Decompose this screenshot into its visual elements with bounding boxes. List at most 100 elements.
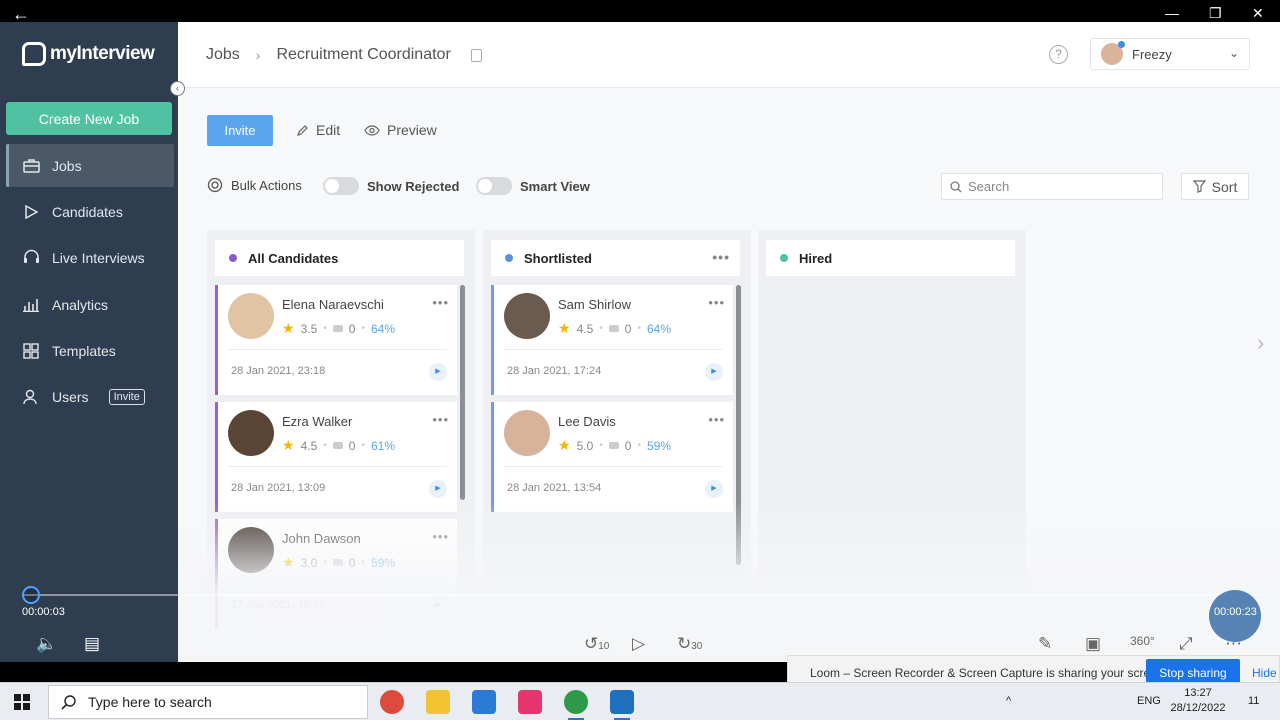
system-clock[interactable]: 13:27 28/12/2022 bbox=[1170, 686, 1226, 716]
play-video-icon[interactable]: ▶ bbox=[705, 480, 723, 498]
video-progress-bar[interactable] bbox=[22, 594, 1262, 596]
file-explorer-icon[interactable] bbox=[426, 690, 450, 714]
rating: 3.5 bbox=[300, 321, 318, 336]
smart-view-toggle[interactable]: Smart View bbox=[476, 177, 590, 195]
forward-icon[interactable]: ↻30 bbox=[677, 634, 702, 654]
candidate-card[interactable]: Ezra Walker ••• ★ 4.5 • 0 • 61% 28 Jan 2… bbox=[215, 402, 457, 512]
volume-icon[interactable]: 🔈 bbox=[36, 634, 57, 654]
scrollbar[interactable] bbox=[460, 285, 465, 500]
logo-mark-icon bbox=[22, 42, 46, 66]
logo[interactable]: myInterview bbox=[22, 42, 155, 66]
logo-text: myInterview bbox=[50, 43, 155, 64]
sidebar-item-live-interviews[interactable]: Live Interviews bbox=[6, 236, 174, 279]
candidate-card[interactable]: Lee Davis ••• ★ 5.0 • 0 • 59% 28 Jan 202… bbox=[491, 402, 733, 512]
play-video-icon[interactable]: ▶ bbox=[429, 480, 447, 498]
star-icon: ★ bbox=[282, 320, 295, 336]
comment-count: 0 bbox=[348, 438, 356, 453]
separator-dot: • bbox=[599, 440, 603, 451]
sidebar-item-jobs[interactable]: Jobs bbox=[6, 144, 174, 187]
more-options-icon[interactable]: ••• bbox=[712, 249, 730, 265]
separator-dot: • bbox=[361, 440, 365, 451]
candidate-avatar bbox=[228, 527, 274, 573]
sidebar-item-label: Templates bbox=[52, 342, 116, 359]
edit-button[interactable]: Edit bbox=[296, 122, 340, 138]
help-icon[interactable]: ? bbox=[1049, 45, 1068, 64]
windows-start-icon[interactable] bbox=[14, 694, 30, 710]
more-options-icon[interactable]: ••• bbox=[432, 529, 449, 544]
toggle-switch[interactable] bbox=[476, 177, 512, 195]
separator-dot: • bbox=[361, 557, 365, 568]
candidate-stats: ★ 5.0 • 0 • 59% bbox=[558, 437, 671, 454]
progress-knob[interactable] bbox=[22, 586, 40, 604]
collapse-sidebar-icon[interactable]: ‹ bbox=[170, 81, 185, 96]
draw-icon[interactable]: ✎ bbox=[1038, 634, 1052, 654]
bulk-actions-button[interactable]: Bulk Actions bbox=[207, 177, 302, 193]
taskbar-search-input[interactable]: Type here to search bbox=[48, 685, 368, 719]
video-player-app-icon[interactable] bbox=[610, 690, 634, 720]
rewind-seconds: 10 bbox=[598, 641, 610, 652]
candidate-card[interactable]: John Dawson ••• ★ 3.0 • 0 • 59% 27 Jan 2… bbox=[215, 519, 457, 629]
toggle-switch[interactable] bbox=[323, 177, 359, 195]
play-video-icon[interactable]: ▶ bbox=[429, 597, 447, 615]
maximize-icon[interactable]: ❐ bbox=[1209, 5, 1222, 22]
tray-chevron-icon[interactable]: ^ bbox=[1006, 695, 1011, 707]
candidate-stats: ★ 4.5 • 0 • 64% bbox=[558, 320, 671, 337]
scroll-right-chevron-icon[interactable]: › bbox=[1257, 330, 1264, 356]
chrome-app-icon[interactable] bbox=[380, 690, 404, 714]
more-options-icon[interactable]: ••• bbox=[708, 412, 725, 427]
play-video-icon[interactable]: ▶ bbox=[429, 363, 447, 381]
sidebar-item-candidates[interactable]: Candidates bbox=[6, 190, 174, 233]
notification-count[interactable]: 11 bbox=[1248, 695, 1259, 707]
invite-users-badge[interactable]: Invite bbox=[108, 388, 145, 405]
captions-icon[interactable]: ▤ bbox=[84, 634, 100, 654]
submission-date: 28 Jan 2021, 23:18 bbox=[231, 365, 326, 377]
candidate-avatar bbox=[504, 410, 550, 456]
hide-link[interactable]: Hide bbox=[1252, 666, 1277, 680]
mail-icon[interactable] bbox=[472, 690, 496, 714]
preview-button[interactable]: Preview bbox=[364, 122, 437, 138]
match-score: 64% bbox=[646, 321, 671, 336]
more-options-icon[interactable]: ••• bbox=[708, 295, 725, 310]
candidate-stats: ★ 4.5 • 0 • 61% bbox=[282, 437, 395, 454]
separator-dot: • bbox=[637, 440, 641, 451]
close-icon[interactable]: ✕ bbox=[1252, 5, 1264, 22]
candidate-avatar bbox=[504, 293, 550, 339]
sidebar-item-label: Candidates bbox=[52, 203, 123, 220]
candidate-name: Ezra Walker bbox=[282, 414, 353, 429]
search-input[interactable]: Search bbox=[941, 173, 1163, 200]
candidate-card[interactable]: Elena Naraevschi ••• ★ 3.5 • 0 • 64% 28 … bbox=[215, 285, 457, 395]
sort-button[interactable]: Sort bbox=[1181, 173, 1249, 200]
match-score: 59% bbox=[646, 438, 671, 453]
360-view-icon[interactable]: 360° bbox=[1130, 634, 1155, 648]
pip-icon[interactable]: ▣ bbox=[1085, 634, 1101, 654]
breadcrumb-jobs[interactable]: Jobs bbox=[206, 46, 240, 64]
candidate-name: Elena Naraevschi bbox=[282, 297, 384, 312]
sidebar-item-users[interactable]: Users Invite bbox=[6, 375, 174, 418]
more-options-icon[interactable]: ••• bbox=[432, 295, 449, 310]
copy-icon[interactable] bbox=[470, 48, 482, 62]
show-rejected-toggle[interactable]: Show Rejected bbox=[323, 177, 459, 195]
play-icon[interactable]: ▷ bbox=[632, 634, 645, 654]
more-options-icon[interactable]: ⋯ bbox=[1225, 634, 1242, 654]
separator-dot: • bbox=[361, 323, 365, 334]
sidebar-item-label: Jobs bbox=[52, 157, 82, 174]
create-new-job-button[interactable]: Create New Job bbox=[6, 102, 172, 135]
fullscreen-icon[interactable]: ⤢ bbox=[1179, 634, 1193, 654]
users-icon bbox=[22, 388, 40, 406]
candidate-card[interactable]: Sam Shirlow ••• ★ 4.5 • 0 • 64% 28 Jan 2… bbox=[491, 285, 733, 395]
invite-button[interactable]: Invite bbox=[207, 115, 273, 146]
sidebar-item-templates[interactable]: Templates bbox=[6, 329, 174, 372]
sidebar-item-analytics[interactable]: Analytics bbox=[6, 283, 174, 326]
slack-icon[interactable] bbox=[518, 690, 542, 714]
rewind-icon[interactable]: ↺10 bbox=[584, 634, 609, 654]
play-video-icon[interactable]: ▶ bbox=[705, 363, 723, 381]
scrollbar[interactable] bbox=[736, 285, 741, 565]
more-options-icon[interactable]: ••• bbox=[432, 412, 449, 427]
user-menu[interactable]: Freezy ⌄ bbox=[1090, 38, 1250, 70]
language-indicator[interactable]: ENG bbox=[1137, 695, 1161, 707]
rating: 4.5 bbox=[576, 321, 594, 336]
chrome-profile-icon[interactable] bbox=[564, 690, 588, 720]
minimize-icon[interactable]: — bbox=[1165, 5, 1179, 21]
separator-dot: • bbox=[323, 323, 327, 334]
candidate-avatar bbox=[228, 293, 274, 339]
